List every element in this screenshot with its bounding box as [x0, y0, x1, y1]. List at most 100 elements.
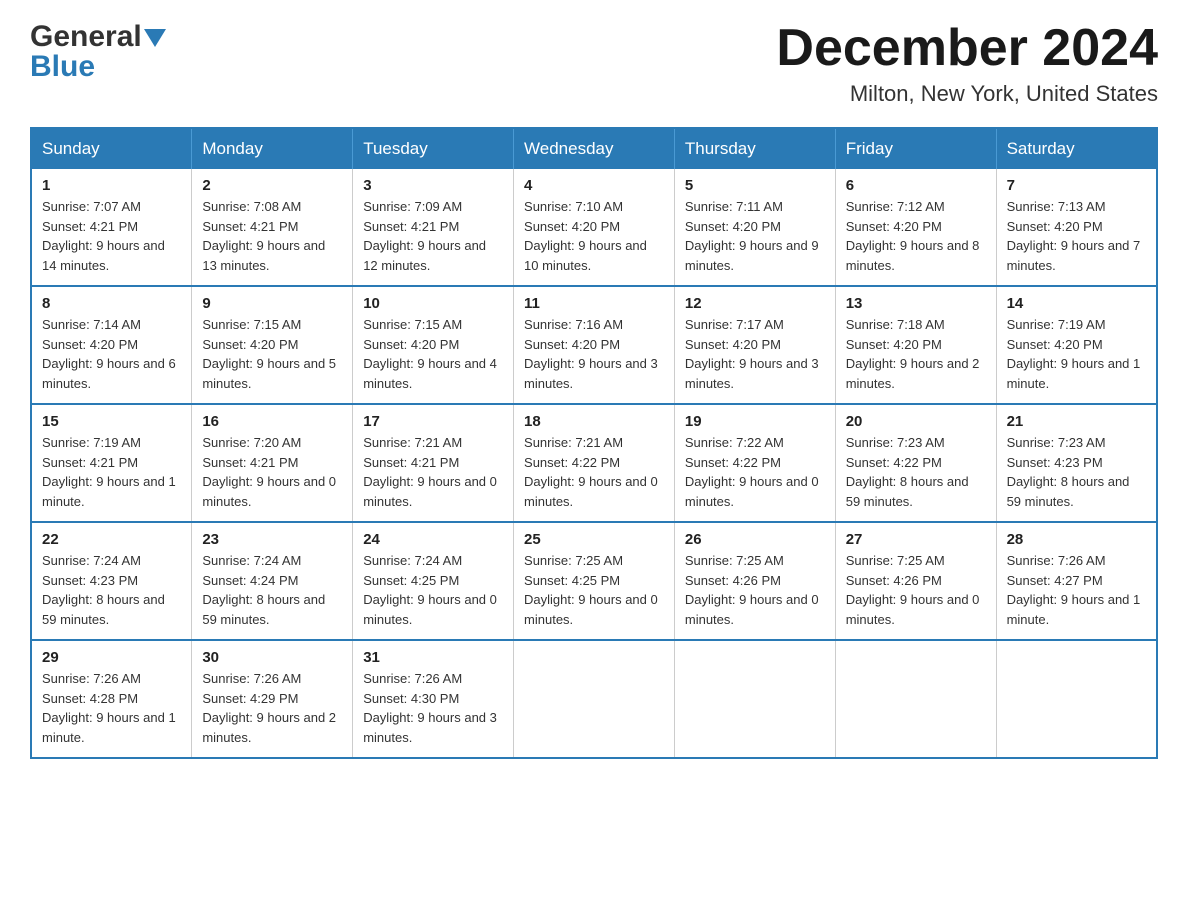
- day-info: Sunrise: 7:19 AM Sunset: 4:20 PM Dayligh…: [1007, 315, 1146, 393]
- day-info: Sunrise: 7:15 AM Sunset: 4:20 PM Dayligh…: [202, 315, 342, 393]
- day-number: 30: [202, 649, 342, 666]
- calendar-cell: 30 Sunrise: 7:26 AM Sunset: 4:29 PM Dayl…: [192, 640, 353, 758]
- day-info: Sunrise: 7:07 AM Sunset: 4:21 PM Dayligh…: [42, 197, 181, 275]
- calendar-cell: 28 Sunrise: 7:26 AM Sunset: 4:27 PM Dayl…: [996, 522, 1157, 640]
- calendar-cell: 31 Sunrise: 7:26 AM Sunset: 4:30 PM Dayl…: [353, 640, 514, 758]
- day-number: 26: [685, 531, 825, 548]
- calendar-cell: 23 Sunrise: 7:24 AM Sunset: 4:24 PM Dayl…: [192, 522, 353, 640]
- day-info: Sunrise: 7:26 AM Sunset: 4:29 PM Dayligh…: [202, 669, 342, 747]
- day-number: 8: [42, 295, 181, 312]
- day-number: 25: [524, 531, 664, 548]
- calendar-cell: 9 Sunrise: 7:15 AM Sunset: 4:20 PM Dayli…: [192, 286, 353, 404]
- day-number: 31: [363, 649, 503, 666]
- calendar-week-row: 8 Sunrise: 7:14 AM Sunset: 4:20 PM Dayli…: [31, 286, 1157, 404]
- day-number: 22: [42, 531, 181, 548]
- day-number: 11: [524, 295, 664, 312]
- calendar-week-row: 29 Sunrise: 7:26 AM Sunset: 4:28 PM Dayl…: [31, 640, 1157, 758]
- day-number: 12: [685, 295, 825, 312]
- day-number: 15: [42, 413, 181, 430]
- day-number: 29: [42, 649, 181, 666]
- calendar-cell: 25 Sunrise: 7:25 AM Sunset: 4:25 PM Dayl…: [514, 522, 675, 640]
- day-info: Sunrise: 7:23 AM Sunset: 4:23 PM Dayligh…: [1007, 433, 1146, 511]
- calendar-cell: 29 Sunrise: 7:26 AM Sunset: 4:28 PM Dayl…: [31, 640, 192, 758]
- day-number: 24: [363, 531, 503, 548]
- day-info: Sunrise: 7:14 AM Sunset: 4:20 PM Dayligh…: [42, 315, 181, 393]
- calendar-cell: 6 Sunrise: 7:12 AM Sunset: 4:20 PM Dayli…: [835, 169, 996, 286]
- day-number: 28: [1007, 531, 1146, 548]
- calendar-header-row: SundayMondayTuesdayWednesdayThursdayFrid…: [31, 128, 1157, 169]
- day-info: Sunrise: 7:08 AM Sunset: 4:21 PM Dayligh…: [202, 197, 342, 275]
- calendar-cell: 11 Sunrise: 7:16 AM Sunset: 4:20 PM Dayl…: [514, 286, 675, 404]
- calendar-week-row: 15 Sunrise: 7:19 AM Sunset: 4:21 PM Dayl…: [31, 404, 1157, 522]
- logo-arrow-icon: [144, 29, 166, 47]
- day-info: Sunrise: 7:17 AM Sunset: 4:20 PM Dayligh…: [685, 315, 825, 393]
- day-number: 10: [363, 295, 503, 312]
- day-info: Sunrise: 7:24 AM Sunset: 4:24 PM Dayligh…: [202, 551, 342, 629]
- day-number: 20: [846, 413, 986, 430]
- day-info: Sunrise: 7:20 AM Sunset: 4:21 PM Dayligh…: [202, 433, 342, 511]
- month-title: December 2024: [776, 20, 1158, 77]
- day-number: 27: [846, 531, 986, 548]
- header-saturday: Saturday: [996, 128, 1157, 169]
- calendar-cell: 21 Sunrise: 7:23 AM Sunset: 4:23 PM Dayl…: [996, 404, 1157, 522]
- day-number: 4: [524, 177, 664, 194]
- day-number: 2: [202, 177, 342, 194]
- calendar-cell: 4 Sunrise: 7:10 AM Sunset: 4:20 PM Dayli…: [514, 169, 675, 286]
- calendar-cell: 19 Sunrise: 7:22 AM Sunset: 4:22 PM Dayl…: [674, 404, 835, 522]
- day-info: Sunrise: 7:26 AM Sunset: 4:28 PM Dayligh…: [42, 669, 181, 747]
- day-number: 3: [363, 177, 503, 194]
- calendar-cell: 16 Sunrise: 7:20 AM Sunset: 4:21 PM Dayl…: [192, 404, 353, 522]
- calendar-cell: 17 Sunrise: 7:21 AM Sunset: 4:21 PM Dayl…: [353, 404, 514, 522]
- calendar-cell: 10 Sunrise: 7:15 AM Sunset: 4:20 PM Dayl…: [353, 286, 514, 404]
- day-info: Sunrise: 7:13 AM Sunset: 4:20 PM Dayligh…: [1007, 197, 1146, 275]
- calendar-cell: 22 Sunrise: 7:24 AM Sunset: 4:23 PM Dayl…: [31, 522, 192, 640]
- logo: General Blue: [30, 20, 166, 84]
- day-number: 18: [524, 413, 664, 430]
- calendar-cell: 14 Sunrise: 7:19 AM Sunset: 4:20 PM Dayl…: [996, 286, 1157, 404]
- day-info: Sunrise: 7:25 AM Sunset: 4:26 PM Dayligh…: [846, 551, 986, 629]
- day-info: Sunrise: 7:26 AM Sunset: 4:30 PM Dayligh…: [363, 669, 503, 747]
- calendar-cell: 15 Sunrise: 7:19 AM Sunset: 4:21 PM Dayl…: [31, 404, 192, 522]
- calendar-week-row: 1 Sunrise: 7:07 AM Sunset: 4:21 PM Dayli…: [31, 169, 1157, 286]
- calendar-cell: 5 Sunrise: 7:11 AM Sunset: 4:20 PM Dayli…: [674, 169, 835, 286]
- calendar-table: SundayMondayTuesdayWednesdayThursdayFrid…: [30, 127, 1158, 759]
- calendar-cell: 26 Sunrise: 7:25 AM Sunset: 4:26 PM Dayl…: [674, 522, 835, 640]
- calendar-cell: 20 Sunrise: 7:23 AM Sunset: 4:22 PM Dayl…: [835, 404, 996, 522]
- calendar-cell: [835, 640, 996, 758]
- calendar-cell: 8 Sunrise: 7:14 AM Sunset: 4:20 PM Dayli…: [31, 286, 192, 404]
- day-number: 7: [1007, 177, 1146, 194]
- calendar-cell: [996, 640, 1157, 758]
- header-thursday: Thursday: [674, 128, 835, 169]
- logo-general-text: General: [30, 20, 142, 54]
- header-tuesday: Tuesday: [353, 128, 514, 169]
- calendar-cell: 2 Sunrise: 7:08 AM Sunset: 4:21 PM Dayli…: [192, 169, 353, 286]
- calendar-cell: 18 Sunrise: 7:21 AM Sunset: 4:22 PM Dayl…: [514, 404, 675, 522]
- day-number: 16: [202, 413, 342, 430]
- day-number: 19: [685, 413, 825, 430]
- header-wednesday: Wednesday: [514, 128, 675, 169]
- calendar-cell: 13 Sunrise: 7:18 AM Sunset: 4:20 PM Dayl…: [835, 286, 996, 404]
- calendar-cell: 3 Sunrise: 7:09 AM Sunset: 4:21 PM Dayli…: [353, 169, 514, 286]
- day-number: 5: [685, 177, 825, 194]
- logo-blue-text: Blue: [30, 50, 166, 84]
- day-number: 21: [1007, 413, 1146, 430]
- day-info: Sunrise: 7:23 AM Sunset: 4:22 PM Dayligh…: [846, 433, 986, 511]
- day-number: 1: [42, 177, 181, 194]
- day-info: Sunrise: 7:15 AM Sunset: 4:20 PM Dayligh…: [363, 315, 503, 393]
- day-number: 13: [846, 295, 986, 312]
- calendar-cell: 24 Sunrise: 7:24 AM Sunset: 4:25 PM Dayl…: [353, 522, 514, 640]
- day-number: 23: [202, 531, 342, 548]
- title-area: December 2024 Milton, New York, United S…: [776, 20, 1158, 107]
- day-number: 9: [202, 295, 342, 312]
- day-number: 14: [1007, 295, 1146, 312]
- day-info: Sunrise: 7:22 AM Sunset: 4:22 PM Dayligh…: [685, 433, 825, 511]
- day-number: 17: [363, 413, 503, 430]
- day-info: Sunrise: 7:12 AM Sunset: 4:20 PM Dayligh…: [846, 197, 986, 275]
- header-monday: Monday: [192, 128, 353, 169]
- day-info: Sunrise: 7:16 AM Sunset: 4:20 PM Dayligh…: [524, 315, 664, 393]
- calendar-cell: 27 Sunrise: 7:25 AM Sunset: 4:26 PM Dayl…: [835, 522, 996, 640]
- day-info: Sunrise: 7:10 AM Sunset: 4:20 PM Dayligh…: [524, 197, 664, 275]
- page-header: General Blue December 2024 Milton, New Y…: [30, 20, 1158, 107]
- day-info: Sunrise: 7:24 AM Sunset: 4:23 PM Dayligh…: [42, 551, 181, 629]
- location-title: Milton, New York, United States: [776, 81, 1158, 107]
